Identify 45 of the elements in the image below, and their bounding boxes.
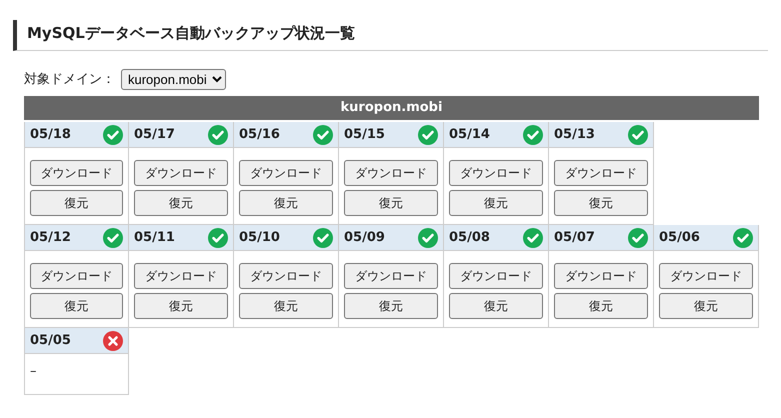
date-label: 05/16 (239, 126, 280, 144)
restore-button[interactable]: 復元 (344, 293, 438, 319)
date-label: 05/17 (134, 126, 175, 144)
date-label: 05/07 (554, 228, 595, 247)
restore-button[interactable]: 復元 (134, 293, 228, 319)
date-label: 05/05 (30, 332, 71, 350)
date-label: 05/10 (239, 228, 280, 247)
date-label: 05/09 (344, 228, 385, 247)
restore-button[interactable]: 復元 (239, 190, 333, 216)
download-button[interactable]: ダウンロード (554, 160, 648, 186)
date-label: 05/15 (344, 126, 385, 144)
download-button[interactable]: ダウンロード (449, 160, 543, 186)
download-button[interactable]: ダウンロード (239, 160, 333, 186)
restore-button[interactable]: 復元 (554, 190, 648, 216)
download-button[interactable]: ダウンロード (344, 160, 438, 186)
date-label: 05/14 (449, 126, 490, 144)
date-label: 05/06 (659, 228, 700, 247)
restore-button[interactable]: 復元 (449, 293, 543, 319)
download-button[interactable]: ダウンロード (134, 160, 228, 186)
restore-button[interactable]: 復元 (30, 190, 123, 216)
date-label: 05/18 (30, 126, 71, 144)
domain-label: 対象ドメイン： (24, 70, 115, 89)
restore-button[interactable]: 復元 (239, 293, 333, 319)
restore-button[interactable]: 復元 (659, 293, 753, 319)
empty-note: – (30, 364, 36, 379)
restore-button[interactable]: 復元 (344, 190, 438, 216)
date-label: 05/08 (449, 228, 490, 247)
download-button[interactable]: ダウンロード (30, 263, 123, 289)
download-button[interactable]: ダウンロード (134, 263, 228, 289)
download-button[interactable]: ダウンロード (239, 263, 333, 289)
date-label: 05/13 (554, 126, 595, 144)
download-button[interactable]: ダウンロード (554, 263, 648, 289)
date-label: 05/12 (30, 228, 71, 247)
download-button[interactable]: ダウンロード (449, 263, 543, 289)
restore-button[interactable]: 復元 (30, 293, 123, 319)
download-button[interactable]: ダウンロード (30, 160, 123, 186)
download-button[interactable]: ダウンロード (659, 263, 753, 289)
restore-button[interactable]: 復元 (134, 190, 228, 216)
domain-select[interactable]: kuropon.mobi (121, 69, 226, 90)
page-title: MySQLデータベース自動バックアップ状況一覧 (27, 24, 356, 42)
restore-button[interactable]: 復元 (449, 190, 543, 216)
table-header: kuropon.mobi (24, 96, 759, 120)
download-button[interactable]: ダウンロード (344, 263, 438, 289)
date-label: 05/11 (134, 228, 175, 247)
restore-button[interactable]: 復元 (554, 293, 648, 319)
